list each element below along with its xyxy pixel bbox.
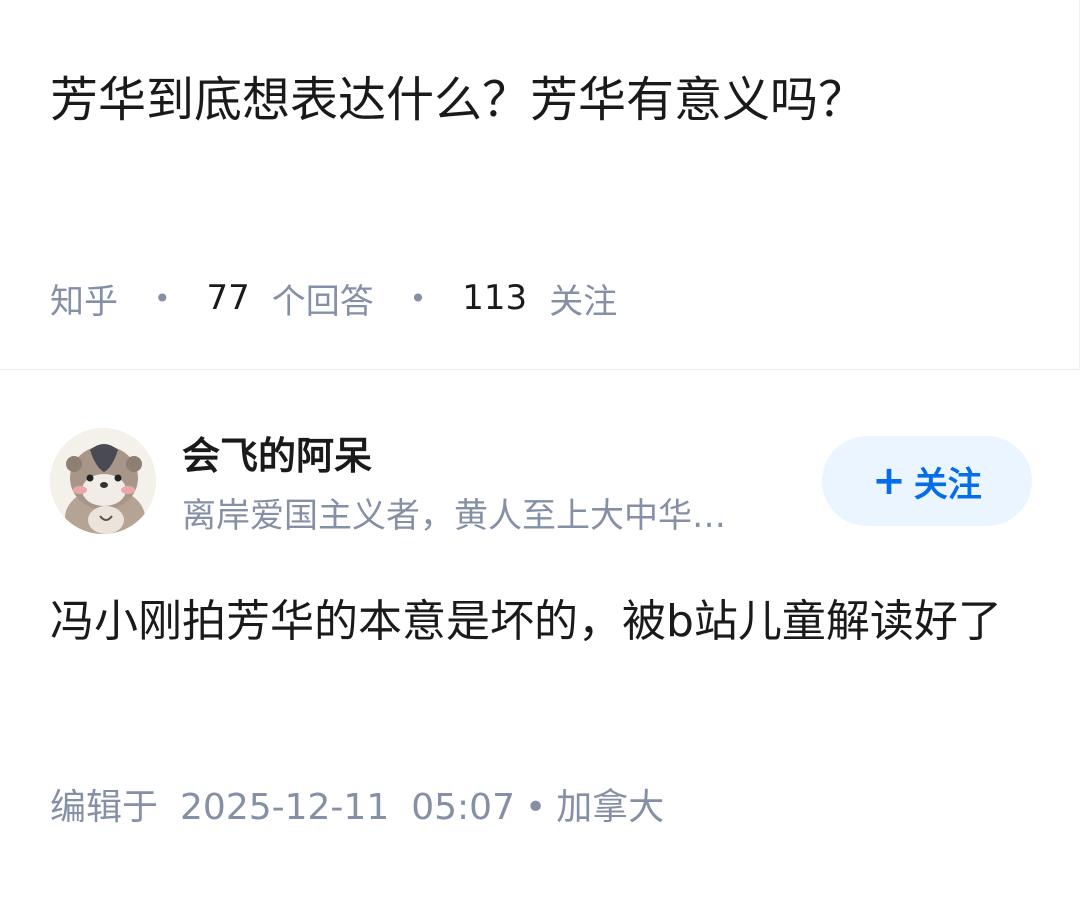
answers-label: 个回答 xyxy=(271,281,374,322)
follow-button-label: 关注 xyxy=(913,464,982,505)
followers-label: 关注 xyxy=(549,281,618,322)
edited-time: 05:07 xyxy=(411,787,515,828)
separator-dot: • xyxy=(524,787,547,828)
question-source[interactable]: 知乎 xyxy=(50,274,118,323)
edited-label: 编辑于 xyxy=(50,787,159,828)
otter-avatar-icon xyxy=(50,428,156,534)
avatar[interactable] xyxy=(50,428,156,534)
question-title[interactable]: 芳华到底想表达什么？芳华有意义吗？ xyxy=(50,58,1010,142)
answer-content[interactable]: 冯小刚拍芳华的本意是坏的，被b站儿童解读好了 xyxy=(50,584,1020,660)
question-card: 芳华到底想表达什么？芳华有意义吗？ 知乎 • 77 个回答 • 113 关注 xyxy=(0,0,1080,370)
follow-button[interactable]: + 关注 xyxy=(822,436,1032,526)
separator-dot: • xyxy=(154,281,171,315)
author-name[interactable]: 会飞的阿呆 xyxy=(182,432,372,480)
question-meta: 知乎 • 77 个回答 • 113 关注 xyxy=(50,274,617,322)
followers-count: 113 xyxy=(462,278,528,318)
plus-icon: + xyxy=(872,458,906,504)
edited-date: 2025-12-11 xyxy=(180,787,390,828)
answer-meta: 编辑于 2025-12-11 05:07 • 加拿大 xyxy=(50,782,664,834)
answer-author-header: 会飞的阿呆 离岸爱国主义者，黄人至上大中华… + 关注 xyxy=(50,428,1040,538)
separator-dot: • xyxy=(409,281,427,315)
answers-count: 77 xyxy=(206,278,250,318)
author-bio: 离岸爱国主义者，黄人至上大中华… xyxy=(182,496,726,536)
ip-location: 加拿大 xyxy=(556,787,665,828)
